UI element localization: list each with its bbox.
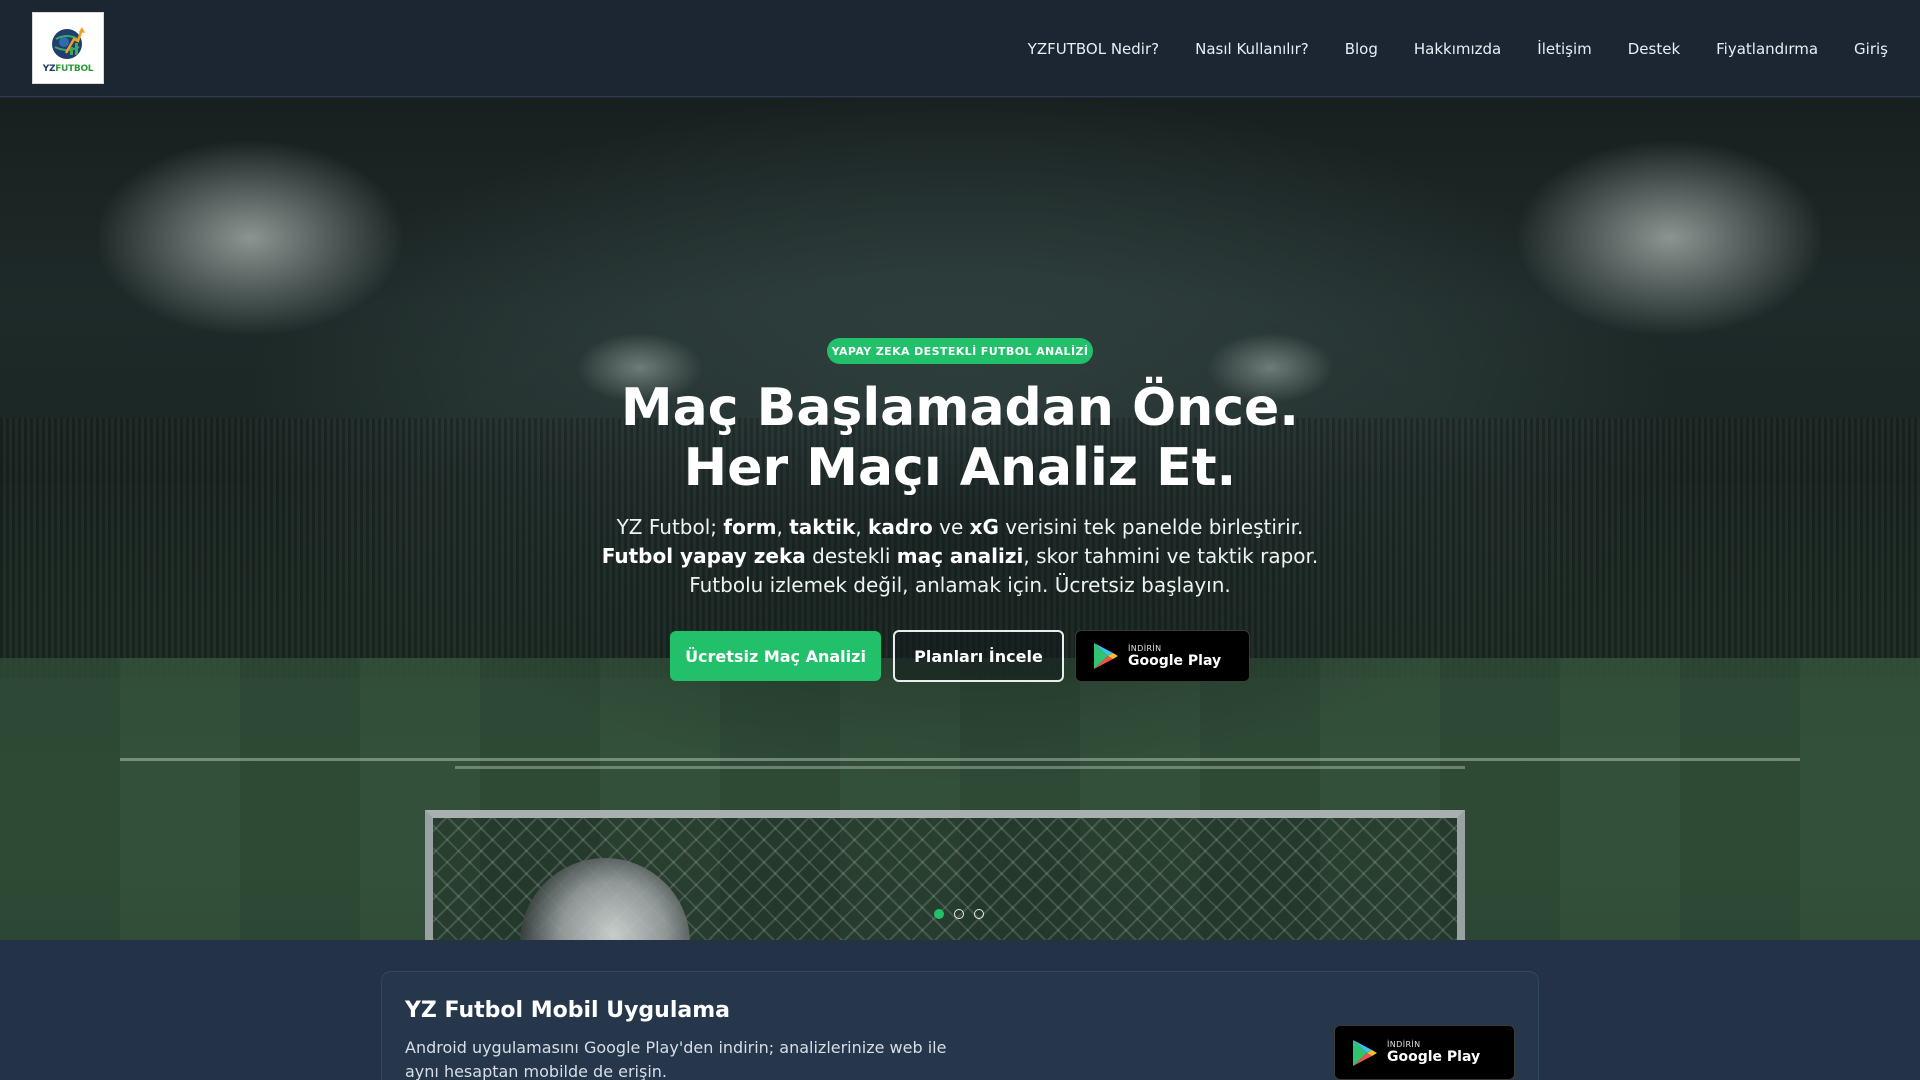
hero-subtext-bold: kadro xyxy=(868,515,933,539)
hero-subtext-part: , skor tahmini ve taktik rapor. xyxy=(1023,544,1319,568)
nav-yzfutbol-nedir[interactable]: YZFUTBOL Nedir? xyxy=(1028,40,1159,58)
google-play-label: Google Play xyxy=(1387,1049,1481,1065)
nav-giris[interactable]: Giriş xyxy=(1854,40,1888,58)
google-play-icon xyxy=(1090,641,1120,671)
slider-dot-2[interactable] xyxy=(954,909,964,919)
mobile-app-title: YZ Futbol Mobil Uygulama xyxy=(405,998,730,1023)
google-play-label: Google Play xyxy=(1128,652,1222,669)
mobile-app-description: Android uygulamasını Google Play'den ind… xyxy=(405,1038,947,1080)
main-nav: YZFUTBOL Nedir? Nasıl Kullanılır? Blog H… xyxy=(1028,0,1888,97)
mobile-google-play-button[interactable]: İNDİRİN Google Play xyxy=(1334,1025,1515,1080)
hero-subtext-part: , xyxy=(776,515,790,539)
slider-dots xyxy=(934,909,984,919)
hero-badge: YAPAY ZEKA DESTEKLİ FUTBOL ANALİZİ xyxy=(827,338,1093,364)
google-play-button[interactable]: İNDİRİN Google Play xyxy=(1075,630,1250,682)
hero-subtext-part: , xyxy=(855,515,869,539)
hero-headline-line1: Maç Başlamadan Önce. xyxy=(620,378,1300,438)
hero-subtext-bold: form xyxy=(723,515,777,539)
google-play-icon xyxy=(1349,1038,1379,1068)
logo-wordmark: YZFUTBOL xyxy=(42,63,94,74)
hero-subtext-part: verisini tek panelde birleştirir. xyxy=(998,515,1304,539)
hero-subtext: YZ Futbol; form, taktik, kadro ve xG ver… xyxy=(560,513,1360,600)
hero-headline-line2: Her Maçı Analiz Et. xyxy=(683,438,1237,498)
hero-subtext-bold: Futbol yapay zeka xyxy=(601,544,806,568)
hero-subtext-bold: taktik xyxy=(789,515,856,539)
view-plans-button[interactable]: Planları İncele xyxy=(893,630,1064,682)
nav-destek[interactable]: Destek xyxy=(1628,40,1680,58)
slider-dot-3[interactable] xyxy=(974,909,984,919)
nav-nasil-kullanilir[interactable]: Nasıl Kullanılır? xyxy=(1195,40,1309,58)
nav-hakkimizda[interactable]: Hakkımızda xyxy=(1414,40,1501,58)
free-analysis-button[interactable]: Ücretsiz Maç Analizi xyxy=(670,631,881,681)
hero-subtext-part: Futbolu izlemek değil, anlamak için. Ücr… xyxy=(689,573,1231,597)
hero-subtext-bold: xG xyxy=(969,515,999,539)
google-play-small-label: İNDİRİN xyxy=(1387,1040,1421,1049)
logo-globe-icon xyxy=(48,23,88,63)
nav-iletisim[interactable]: İletişim xyxy=(1537,40,1591,58)
site-logo[interactable]: YZFUTBOL xyxy=(32,12,104,84)
hero-subtext-part: YZ Futbol; xyxy=(616,515,724,539)
slider-dot-1[interactable] xyxy=(934,909,944,919)
hero-headline: Maç Başlamadan Önce. Her Maçı Analiz Et. xyxy=(460,378,1460,498)
nav-fiyatlandirma[interactable]: Fiyatlandırma xyxy=(1716,40,1818,58)
hero-subtext-part: destekli xyxy=(805,544,897,568)
hero-subtext-bold: maç analizi xyxy=(896,544,1024,568)
google-play-small-label: İNDİRİN xyxy=(1128,643,1162,653)
nav-blog[interactable]: Blog xyxy=(1345,40,1378,58)
site-header: YZFUTBOL YZFUTBOL Nedir? Nasıl Kullanılı… xyxy=(0,0,1920,97)
hero-subtext-part: ve xyxy=(932,515,970,539)
